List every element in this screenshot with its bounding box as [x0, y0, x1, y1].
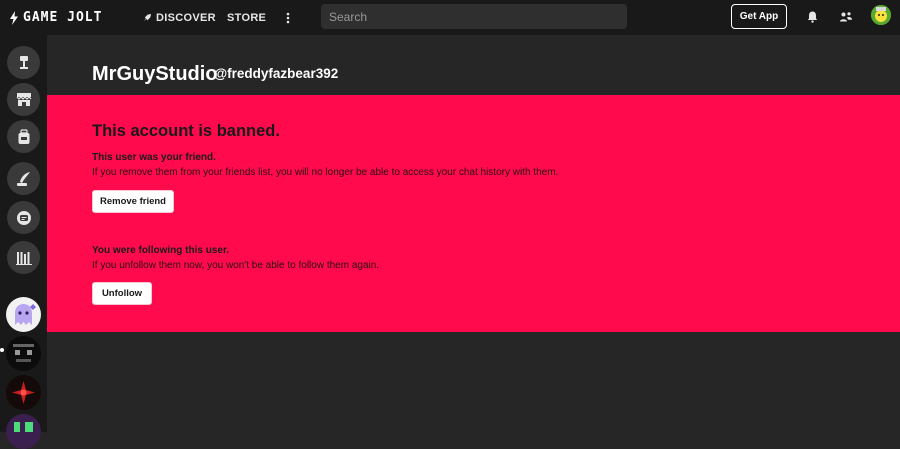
- more-menu-button[interactable]: [283, 0, 293, 35]
- store-icon: [16, 93, 31, 106]
- bell-icon: [807, 11, 817, 23]
- sidebar-item-realms[interactable]: [7, 162, 40, 195]
- rocket-icon: [143, 13, 152, 22]
- sidebar-item-store[interactable]: [7, 83, 40, 116]
- left-sidebar: [0, 35, 47, 449]
- unfollow-button[interactable]: Unfollow: [92, 282, 152, 305]
- sidebar-item-inventory[interactable]: [7, 120, 40, 153]
- nav-discover[interactable]: DISCOVER: [143, 0, 216, 35]
- notifications-button[interactable]: [803, 8, 821, 26]
- search-box[interactable]: [321, 4, 627, 29]
- bolt-icon: [10, 10, 18, 25]
- backpack-icon: [18, 128, 29, 144]
- friends-button[interactable]: [837, 8, 855, 26]
- logo-text: GAME JOLT: [23, 10, 103, 25]
- follow-section-title: You were following this user.: [92, 245, 230, 256]
- sidebar-item-library[interactable]: [7, 241, 40, 274]
- avatar-image: [871, 5, 891, 25]
- user-avatar[interactable]: [871, 5, 891, 25]
- community-ghost[interactable]: [6, 297, 41, 332]
- active-indicator: [0, 348, 4, 352]
- friend-section-text: If you remove them from your friends lis…: [92, 167, 559, 178]
- chat-icon: [16, 210, 31, 225]
- nav-discover-label: DISCOVER: [156, 11, 216, 24]
- community-dark[interactable]: [6, 336, 41, 371]
- remove-friend-button[interactable]: Remove friend: [92, 190, 174, 213]
- friend-section-title: This user was your friend.: [92, 152, 216, 163]
- quill-icon: [16, 171, 30, 186]
- profile-display-name: MrGuyStudio: [92, 63, 218, 85]
- nav-store[interactable]: STORE: [227, 0, 266, 35]
- sidebar-item-home[interactable]: [7, 46, 40, 79]
- more-vertical-icon: [286, 12, 290, 23]
- banned-title: This account is banned.: [92, 122, 280, 140]
- follow-section-text: If you unfollow them now, you won't be a…: [92, 260, 380, 271]
- friends-icon: [840, 12, 852, 22]
- search-input[interactable]: [321, 4, 627, 29]
- library-icon: [15, 251, 32, 265]
- community-red[interactable]: [6, 375, 41, 410]
- dark-community-icon: [6, 336, 41, 371]
- nav-store-label: STORE: [227, 11, 267, 24]
- red-community-icon: [6, 375, 41, 410]
- ghost-community-icon: [6, 297, 41, 332]
- top-navigation-bar: GAME JOLT DISCOVER STORE Get App: [0, 0, 900, 35]
- home-lamp-icon: [19, 55, 28, 69]
- sidebar-item-chat[interactable]: [7, 201, 40, 234]
- profile-username[interactable]: @freddyfazbear392: [214, 66, 338, 81]
- get-app-button[interactable]: Get App: [731, 4, 787, 29]
- game-jolt-logo[interactable]: GAME JOLT: [9, 9, 102, 26]
